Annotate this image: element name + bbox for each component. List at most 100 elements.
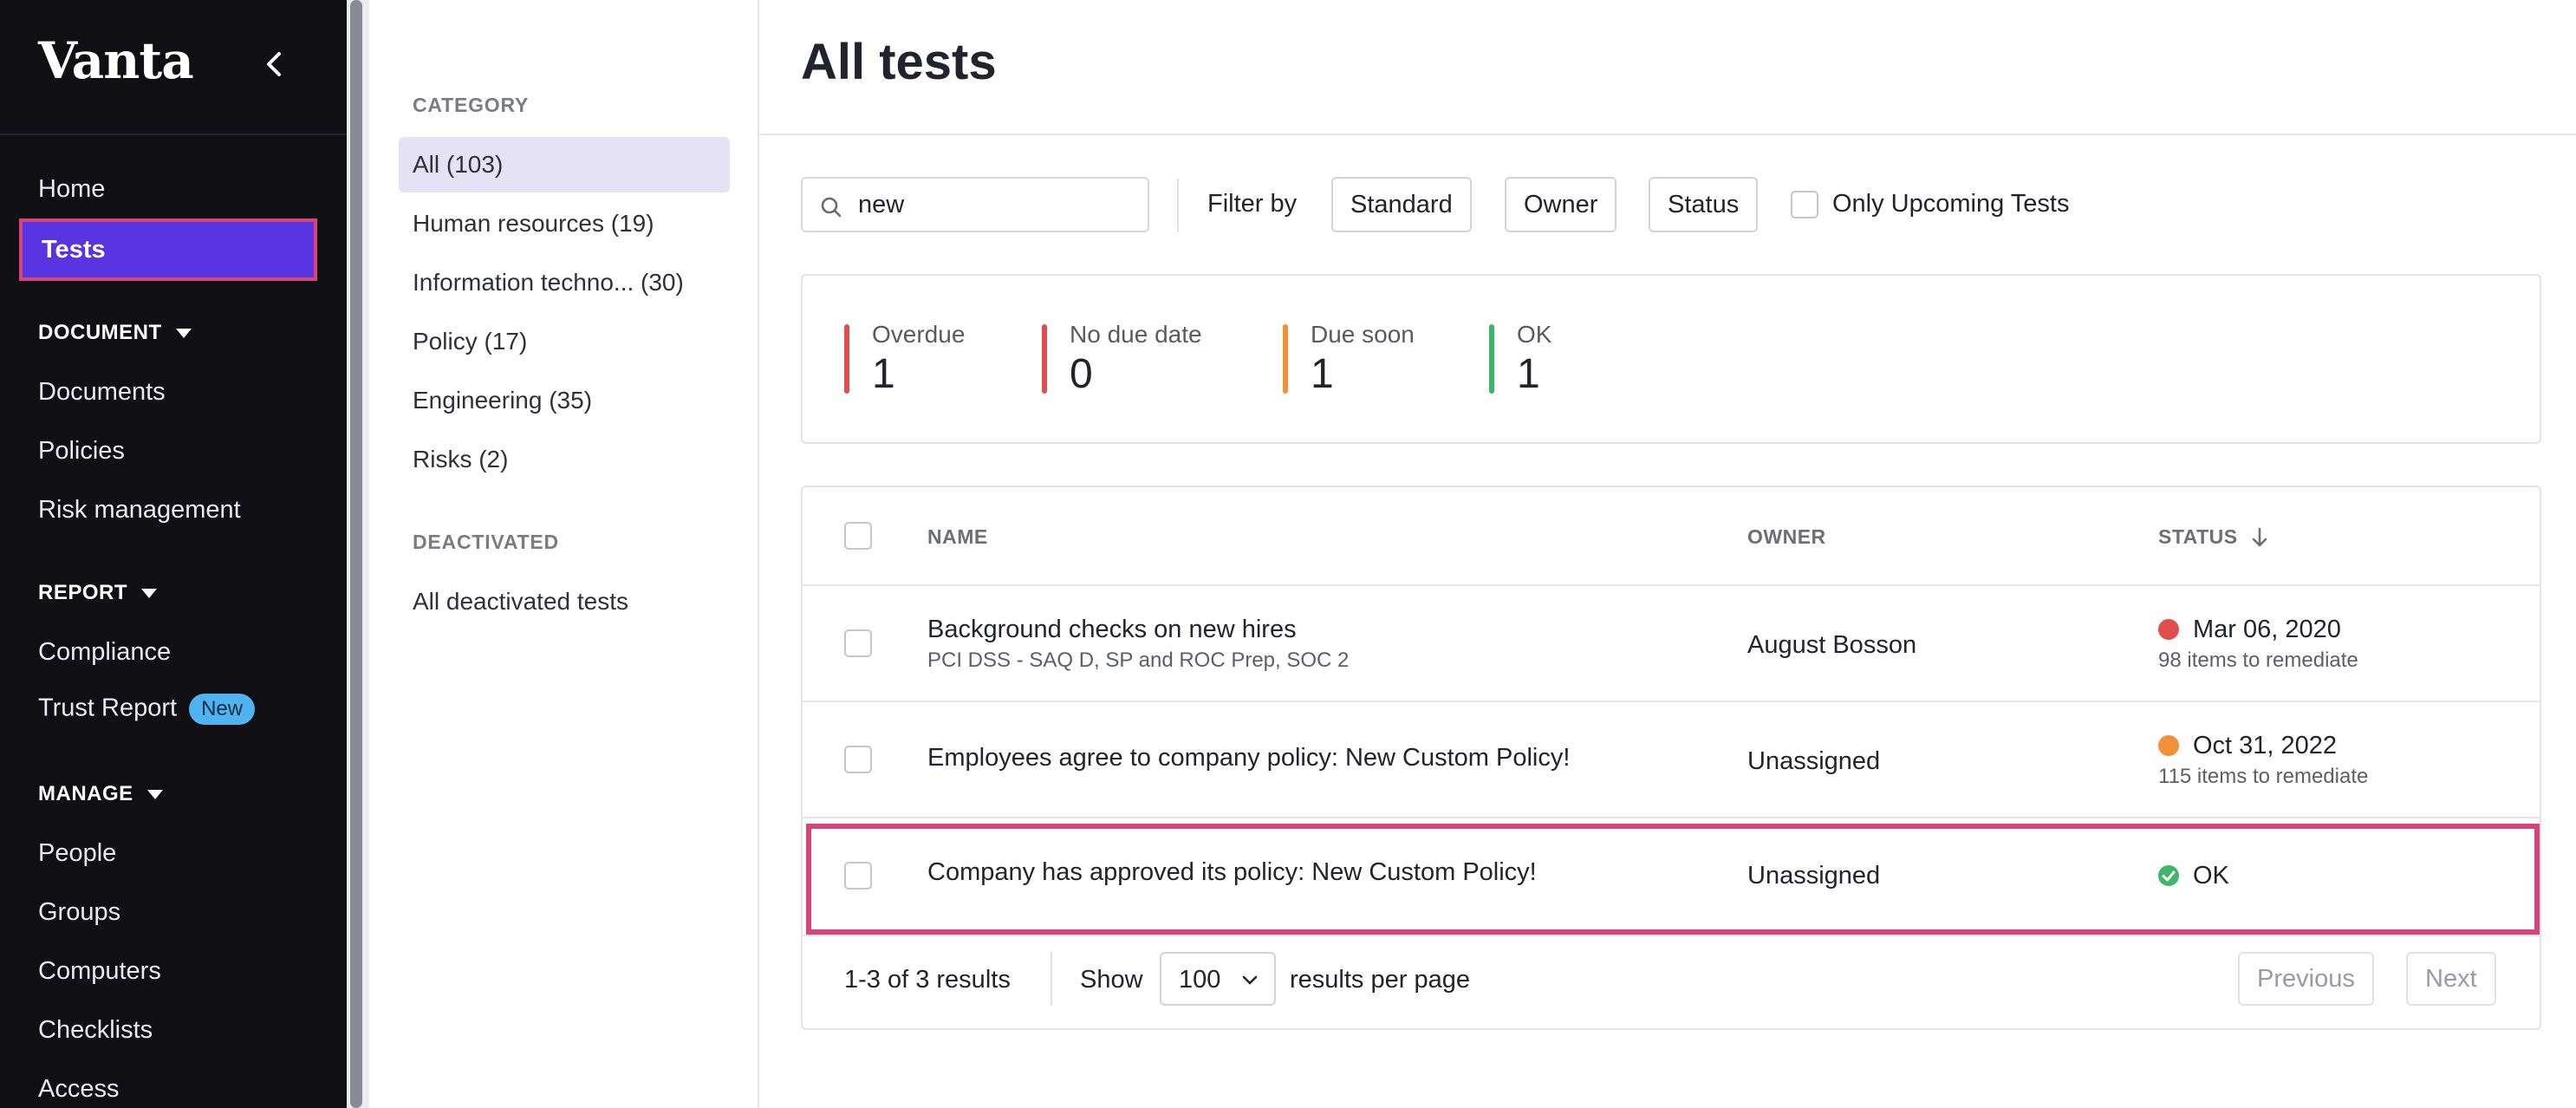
row-divider: [803, 935, 2540, 936]
nav-item-groups[interactable]: Groups: [38, 898, 120, 927]
stat-bar: [1489, 324, 1494, 394]
category-item-policy[interactable]: Policy (17): [399, 314, 730, 369]
nav-item-home[interactable]: Home: [38, 175, 105, 204]
test-owner[interactable]: Unassigned: [1747, 747, 1880, 776]
column-header-status[interactable]: STATUS: [2158, 525, 2269, 549]
nav-item-policies[interactable]: Policies: [38, 437, 125, 466]
new-badge: New: [189, 694, 256, 725]
category-item-risks[interactable]: Risks (2): [399, 432, 730, 487]
previous-page-button[interactable]: Previous: [2238, 952, 2374, 1006]
show-label: Show: [1080, 966, 1143, 994]
nav-item-computers[interactable]: Computers: [38, 957, 161, 986]
stat-bar: [1283, 324, 1288, 394]
status-dot: [2158, 735, 2179, 756]
nav-item-access[interactable]: Access: [38, 1075, 119, 1104]
stat-label: No due date: [1070, 321, 1202, 348]
deactivated-heading: DEACTIVATED: [413, 531, 559, 553]
nav-item-checklists[interactable]: Checklists: [38, 1016, 153, 1045]
per-page-value: 100: [1179, 966, 1221, 994]
search-box[interactable]: [801, 177, 1149, 232]
nav-item-documents[interactable]: Documents: [38, 378, 166, 407]
nav-item-label: Trust Report: [38, 694, 178, 722]
page-title: All tests: [801, 34, 997, 90]
nav-section-document[interactable]: DOCUMENT: [38, 321, 192, 345]
stat-value: 1: [872, 351, 895, 397]
stat-label: OK: [1517, 321, 1552, 348]
row-divider: [803, 701, 2540, 702]
nav-section-label: MANAGE: [38, 782, 133, 805]
filter-status-button[interactable]: Status: [1649, 177, 1759, 232]
only-upcoming-checkbox[interactable]: [1791, 191, 1818, 218]
only-upcoming-label: Only Upcoming Tests: [1832, 190, 2070, 218]
stat-value: 1: [1517, 351, 1540, 397]
stat-value: 1: [1311, 351, 1334, 397]
status-remediate-count: 98 items to remediate: [2158, 649, 2358, 672]
search-input[interactable]: [858, 189, 1135, 220]
nav-item-tests[interactable]: Tests: [19, 218, 317, 281]
caret-down-icon: [141, 588, 158, 598]
category-item-deactivated[interactable]: All deactivated tests: [399, 574, 730, 629]
vanta-logo[interactable]: Vanta: [38, 31, 194, 90]
nav-scrollbar-thumb[interactable]: [350, 0, 362, 1108]
status-dot: [2158, 619, 2179, 640]
nav-item-people[interactable]: People: [38, 839, 116, 868]
status-remediate-count: 115 items to remediate: [2158, 765, 2369, 788]
caret-down-icon: [146, 789, 163, 799]
column-header-name[interactable]: NAME: [927, 525, 988, 549]
per-page-suffix: results per page: [1290, 966, 1470, 994]
nav-item-trust-report[interactable]: Trust Report New: [38, 694, 256, 725]
category-heading: CATEGORY: [413, 94, 530, 116]
test-summary: Overdue 1 No due date 0 Due soon 1 OK 1: [801, 274, 2541, 444]
nav-divider: [0, 134, 347, 135]
stat-label: Overdue: [872, 321, 966, 348]
filter-by-label: Filter by: [1207, 190, 1298, 218]
column-header-label: NAME: [927, 525, 988, 548]
sort-descending-icon: [2252, 527, 2267, 546]
nav-section-report[interactable]: REPORT: [38, 581, 158, 605]
test-standards: PCI DSS - SAQ D, SP and ROC Prep, SOC 2: [927, 649, 1350, 672]
category-item-all[interactable]: All (103): [399, 137, 730, 192]
stat-bar: [1042, 324, 1047, 394]
row-divider: [803, 584, 2540, 586]
nav-item-compliance[interactable]: Compliance: [38, 638, 171, 667]
column-header-label: OWNER: [1747, 525, 1826, 548]
filter-owner-button[interactable]: Owner: [1505, 177, 1617, 232]
stat-bar: [844, 324, 849, 394]
category-panel: CATEGORY All (103) Human resources (19) …: [369, 0, 759, 1108]
next-page-button[interactable]: Next: [2406, 952, 2496, 1006]
stat-label: Due soon: [1311, 321, 1415, 348]
test-name[interactable]: Background checks on new hires: [927, 616, 1297, 644]
nav-section-label: REPORT: [38, 581, 128, 604]
tests-table: NAME OWNER STATUS Background checks on n…: [801, 486, 2541, 1030]
column-header-owner[interactable]: OWNER: [1747, 525, 1826, 549]
test-owner[interactable]: August Bosson: [1747, 631, 1916, 660]
footer-divider: [1051, 952, 1052, 1006]
select-all-checkbox[interactable]: [844, 522, 872, 550]
row-checkbox[interactable]: [844, 629, 872, 657]
nav-item-risk-management[interactable]: Risk management: [38, 496, 241, 525]
filter-standard-button[interactable]: Standard: [1331, 177, 1472, 232]
chevron-down-icon: [1242, 975, 1258, 985]
test-name[interactable]: Employees agree to company policy: New C…: [927, 744, 1570, 772]
column-header-label: STATUS: [2158, 525, 2238, 548]
results-count: 1-3 of 3 results: [844, 966, 1011, 994]
title-divider: [759, 134, 2576, 135]
chevron-left-icon: [267, 52, 281, 76]
nav-section-label: DOCUMENT: [38, 321, 162, 344]
filter-divider: [1177, 179, 1179, 232]
collapse-nav-button[interactable]: [257, 45, 295, 83]
category-item-information-technology[interactable]: Information techno... (30): [399, 255, 730, 310]
caret-down-icon: [175, 328, 192, 338]
status-date: Oct 31, 2022: [2193, 732, 2338, 759]
category-item-human-resources[interactable]: Human resources (19): [399, 196, 730, 251]
status-date: Mar 06, 2020: [2193, 616, 2341, 643]
row-checkbox[interactable]: [844, 746, 872, 773]
category-item-engineering[interactable]: Engineering (35): [399, 373, 730, 428]
nav-section-manage[interactable]: MANAGE: [38, 782, 163, 806]
row-highlight: [806, 824, 2540, 935]
stat-value: 0: [1070, 351, 1093, 397]
per-page-select[interactable]: 100: [1160, 952, 1276, 1006]
main-nav: Vanta Home Tests DOCUMENT Documents Poli…: [0, 0, 347, 1108]
row-divider: [803, 817, 2540, 818]
search-icon: [821, 197, 842, 218]
